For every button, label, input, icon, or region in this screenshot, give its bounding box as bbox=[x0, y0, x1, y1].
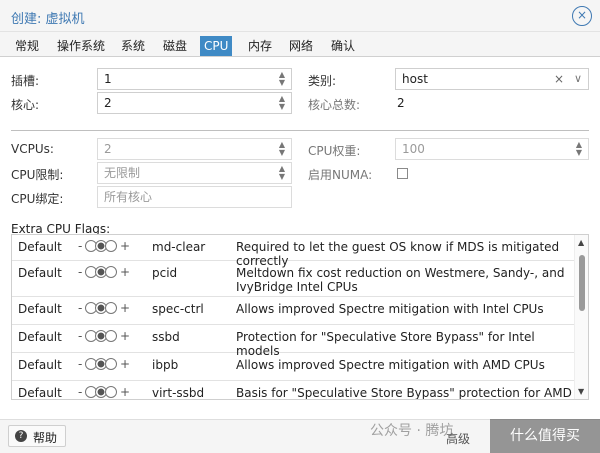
flag-state: Default bbox=[18, 386, 62, 400]
tab-system[interactable]: 系统 bbox=[117, 36, 149, 56]
vcpus-field[interactable]: 2 ▲ ▼ bbox=[97, 138, 292, 160]
numa-checkbox[interactable] bbox=[397, 168, 408, 179]
tab-confirm[interactable]: 确认 bbox=[327, 36, 359, 56]
total-cores-label: 核心总数: bbox=[308, 98, 361, 112]
cores-field[interactable]: 2 ▲ ▼ bbox=[97, 92, 292, 114]
vcpus-value: 2 bbox=[104, 142, 112, 156]
affinity-field[interactable]: 所有核心 bbox=[97, 186, 292, 208]
tab-memory[interactable]: 内存 bbox=[244, 36, 276, 56]
help-button[interactable]: ? 帮助 bbox=[8, 425, 66, 447]
flag-toggle[interactable]: - + bbox=[78, 357, 130, 371]
radio-on[interactable] bbox=[105, 330, 118, 342]
cpuunits-value: 100 bbox=[402, 142, 425, 156]
cpulimit-placeholder: 无限制 bbox=[104, 166, 141, 180]
tab-disk[interactable]: 磁盘 bbox=[159, 36, 191, 56]
type-label: 类别: bbox=[308, 74, 337, 88]
table-row: Default - + pcid Meltdown fix cost reduc… bbox=[12, 261, 576, 297]
sockets-field[interactable]: 1 ▲ ▼ bbox=[97, 68, 292, 90]
section-divider bbox=[11, 130, 589, 131]
flag-name: ssbd bbox=[152, 330, 180, 344]
tab-os[interactable]: 操作系统 bbox=[53, 36, 109, 56]
flag-state: Default bbox=[18, 266, 62, 280]
watermark-text: 公众号 · 腾坊 bbox=[370, 423, 454, 439]
flag-toggle[interactable]: - + bbox=[78, 385, 130, 399]
scroll-down-icon[interactable]: ▼ bbox=[578, 387, 584, 396]
flag-description: Basis for "Speculative Store Bypass" pro… bbox=[236, 386, 572, 400]
table-row: Default - + ibpb Allows improved Spectre… bbox=[12, 353, 576, 381]
watermark-logo: 什么值得买 bbox=[490, 419, 600, 453]
flag-toggle[interactable]: - + bbox=[78, 239, 130, 253]
flag-toggle[interactable]: - + bbox=[78, 329, 130, 343]
flag-description: Allows improved Spectre mitigation with … bbox=[236, 302, 544, 316]
clear-icon[interactable]: × bbox=[554, 69, 564, 89]
tab-network[interactable]: 网络 bbox=[285, 36, 317, 56]
close-icon[interactable]: × bbox=[572, 6, 592, 26]
flag-state: Default bbox=[18, 358, 62, 372]
cpulimit-label: CPU限制: bbox=[11, 168, 64, 182]
flag-name: spec-ctrl bbox=[152, 302, 204, 316]
question-icon: ? bbox=[15, 430, 27, 442]
radio-on[interactable] bbox=[105, 302, 118, 314]
scrollbar-thumb[interactable] bbox=[579, 255, 585, 311]
tab-cpu[interactable]: CPU bbox=[200, 36, 233, 56]
radio-on[interactable] bbox=[105, 240, 118, 252]
cpulimit-field[interactable]: 无限制 ▲ ▼ bbox=[97, 162, 292, 184]
flag-state: Default bbox=[18, 240, 62, 254]
flag-name: ibpb bbox=[152, 358, 179, 372]
vcpus-label: VCPUs: bbox=[11, 142, 54, 156]
flag-state: Default bbox=[18, 330, 62, 344]
table-row: Default - + md-clear Required to let the… bbox=[12, 235, 576, 268]
spinner-icon[interactable]: ▲ ▼ bbox=[277, 165, 287, 181]
table-row: Default - + virt-ssbd Basis for "Specula… bbox=[12, 381, 576, 400]
flags-scrollbar[interactable]: ▲ ▼ bbox=[574, 235, 588, 399]
tab-bar: 常规 操作系统 系统 磁盘 CPU 内存 网络 确认 bbox=[0, 32, 600, 57]
sockets-value: 1 bbox=[104, 72, 112, 86]
flag-description: Allows improved Spectre mitigation with … bbox=[236, 358, 545, 372]
total-cores-value: 2 bbox=[397, 96, 405, 110]
table-row: Default - + spec-ctrl Allows improved Sp… bbox=[12, 297, 576, 325]
flag-name: virt-ssbd bbox=[152, 386, 205, 400]
help-label: 帮助 bbox=[33, 431, 58, 445]
tab-general[interactable]: 常规 bbox=[11, 36, 43, 56]
cores-label: 核心: bbox=[11, 98, 40, 112]
cpu-type-value: host bbox=[402, 72, 428, 86]
numa-label: 启用NUMA: bbox=[308, 168, 373, 182]
dialog-titlebar: 创建: 虚拟机 × bbox=[0, 0, 600, 32]
cpuunits-field[interactable]: 100 ▲ ▼ bbox=[395, 138, 589, 160]
dialog-title: 创建: 虚拟机 bbox=[11, 12, 85, 27]
flag-toggle[interactable]: - + bbox=[78, 265, 130, 279]
table-row: Default - + ssbd Protection for "Specula… bbox=[12, 325, 576, 358]
spinner-icon[interactable]: ▲ ▼ bbox=[574, 141, 584, 157]
cpu-type-select[interactable]: host × ∨ bbox=[395, 68, 589, 90]
scroll-up-icon[interactable]: ▲ bbox=[578, 238, 584, 247]
cores-value: 2 bbox=[104, 96, 112, 110]
radio-on[interactable] bbox=[105, 266, 118, 278]
radio-on[interactable] bbox=[105, 386, 118, 398]
spinner-icon[interactable]: ▲ ▼ bbox=[277, 95, 287, 111]
flags-grid: Default - + md-clear Required to let the… bbox=[11, 234, 589, 400]
flag-state: Default bbox=[18, 302, 62, 316]
flag-description: Meltdown fix cost reduction on Westmere,… bbox=[236, 266, 565, 294]
spinner-icon[interactable]: ▲ ▼ bbox=[277, 141, 287, 157]
affinity-placeholder: 所有核心 bbox=[104, 190, 153, 204]
flag-toggle[interactable]: - + bbox=[78, 301, 130, 315]
flag-name: md-clear bbox=[152, 240, 206, 254]
spinner-icon[interactable]: ▲ ▼ bbox=[277, 71, 287, 87]
flag-name: pcid bbox=[152, 266, 178, 280]
affinity-label: CPU绑定: bbox=[11, 192, 64, 206]
radio-on[interactable] bbox=[105, 358, 118, 370]
sockets-label: 插槽: bbox=[11, 74, 40, 88]
chevron-down-icon[interactable]: ∨ bbox=[574, 69, 582, 89]
cpuunits-label: CPU权重: bbox=[308, 144, 361, 158]
